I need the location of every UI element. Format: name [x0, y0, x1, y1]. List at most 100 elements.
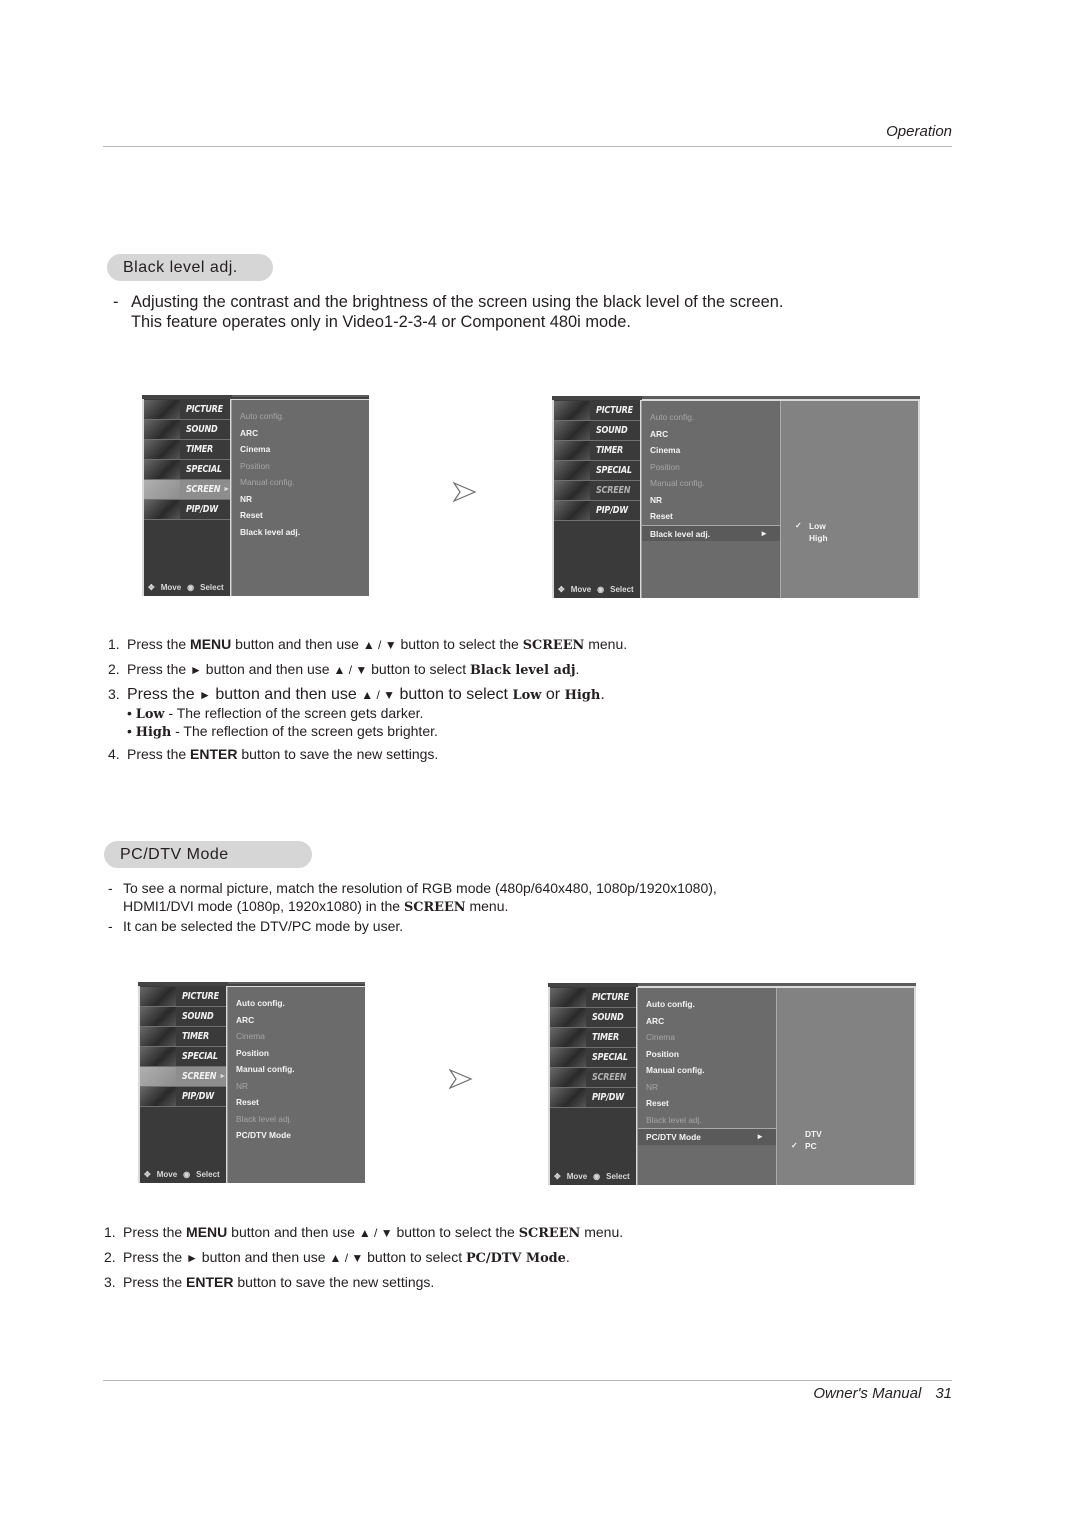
move-icon: ✥	[144, 1170, 151, 1179]
page-number: 31	[935, 1385, 952, 1402]
description-line: This feature operates only in Video1-2-3…	[131, 313, 631, 331]
osd-option-auto-config: Auto config.	[650, 412, 695, 422]
osd-category-label: SCREEN	[592, 1072, 627, 1083]
osd-category-label: TIMER	[182, 1031, 210, 1042]
submenu-option-pc[interactable]: ✓ PC	[791, 1140, 822, 1152]
select-icon: ◉	[593, 1172, 601, 1181]
osd-category-screen[interactable]: SCREEN	[550, 1068, 636, 1088]
special-thumbnail-icon	[144, 460, 180, 479]
osd-option-black-level-adj: Black level adj.	[646, 1114, 702, 1125]
osd-pc-dtv-step2: PICTURE SOUND TIMER SPECIAL SCREEN PIP/DW ✥ Mov…	[548, 983, 916, 1185]
osd-option-arc[interactable]: ARC	[642, 426, 780, 443]
osd-option-pc-dtv-mode[interactable]: PC/DTV Mode	[228, 1127, 365, 1144]
osd-option-cinema[interactable]: Cinema	[232, 441, 369, 458]
osd-category-special[interactable]: SPECIAL	[140, 1047, 226, 1067]
osd-category-timer[interactable]: TIMER	[140, 1027, 226, 1047]
osd-option-position[interactable]: Position	[228, 1045, 365, 1062]
step-4: 4. Press the ENTER button to save the new…	[108, 746, 439, 762]
osd-option-manual-config[interactable]: Manual config.	[638, 1062, 776, 1079]
osd-category-label: PIP/DW	[182, 1091, 214, 1102]
right-arrow-icon: ►	[199, 688, 211, 702]
timer-thumbnail-icon	[550, 1028, 586, 1047]
osd-option-cinema[interactable]: Cinema	[642, 442, 780, 459]
osd-category-special[interactable]: SPECIAL	[144, 460, 230, 480]
black-level-steps: 1. Press the MENU button and then use ▲ /…	[108, 635, 627, 770]
bullet-low: • Low - The reflection of the screen get…	[127, 705, 424, 722]
osd-option-black-level-adj: Black level adj.	[236, 1113, 292, 1124]
osd-category-screen[interactable]: SCREEN	[554, 481, 640, 501]
osd-category-picture[interactable]: PICTURE	[140, 987, 226, 1007]
osd-category-sound[interactable]: SOUND	[554, 421, 640, 441]
osd-option-manual-config: Manual config.	[650, 478, 705, 488]
osd-category-label: SOUND	[182, 1011, 214, 1022]
osd-option-nr[interactable]: NR	[232, 491, 369, 508]
osd-category-picture[interactable]: PICTURE	[550, 988, 636, 1008]
osd-option-auto-config[interactable]: Auto config.	[228, 995, 365, 1012]
osd-category-sound[interactable]: SOUND	[144, 420, 230, 440]
osd-category-label: PICTURE	[186, 404, 223, 415]
osd-option-list: Auto config. ARC Cinema Position Manual conf…	[231, 400, 369, 596]
osd-category-special[interactable]: SPECIAL	[550, 1048, 636, 1068]
special-thumbnail-icon	[140, 1047, 176, 1066]
osd-category-sidebar: PICTURE SOUND TIMER SPECIAL SCREEN PIP/DW ✥ Mov…	[554, 400, 640, 598]
osd-category-label: TIMER	[592, 1032, 620, 1043]
osd-category-sound[interactable]: SOUND	[140, 1007, 226, 1027]
pip-dw-thumbnail-icon	[550, 1088, 586, 1107]
osd-option-reset[interactable]: Reset	[642, 508, 780, 525]
special-thumbnail-icon	[550, 1048, 586, 1067]
osd-category-timer[interactable]: TIMER	[554, 441, 640, 461]
osd-category-pip-dw[interactable]: PIP/DW	[554, 501, 640, 521]
osd-category-label: TIMER	[186, 444, 214, 455]
osd-option-arc[interactable]: ARC	[232, 425, 369, 442]
osd-option-auto-config: Auto config.	[240, 411, 285, 421]
osd-option-arc[interactable]: ARC	[638, 1013, 776, 1030]
osd-option-reset[interactable]: Reset	[638, 1095, 776, 1112]
osd-category-screen[interactable]: SCREEN ►	[144, 480, 230, 500]
osd-option-black-level-adj[interactable]: Black level adj.	[232, 524, 369, 541]
osd-category-pip-dw[interactable]: PIP/DW	[550, 1088, 636, 1108]
move-icon: ✥	[148, 583, 155, 592]
osd-category-pip-dw[interactable]: PIP/DW	[140, 1087, 226, 1107]
hint-move: Move	[156, 1170, 178, 1179]
submenu-option-high[interactable]: High	[795, 532, 828, 544]
osd-option-reset[interactable]: Reset	[232, 507, 369, 524]
osd-category-pip-dw[interactable]: PIP/DW	[144, 500, 230, 520]
osd-category-picture[interactable]: PICTURE	[554, 401, 640, 421]
hint-select: Select	[606, 1172, 630, 1181]
osd-category-timer[interactable]: TIMER	[550, 1028, 636, 1048]
screen-thumbnail-icon	[144, 480, 180, 499]
page-footer: Owner's Manual 31	[813, 1385, 952, 1402]
osd-option-auto-config[interactable]: Auto config.	[638, 996, 776, 1013]
osd-option-arc[interactable]: ARC	[228, 1012, 365, 1029]
osd-category-special[interactable]: SPECIAL	[554, 461, 640, 481]
osd-category-label: SPECIAL	[592, 1052, 628, 1063]
osd-category-timer[interactable]: TIMER	[144, 440, 230, 460]
osd-category-sound[interactable]: SOUND	[550, 1008, 636, 1028]
osd-option-nr[interactable]: NR	[642, 492, 780, 509]
section-title: Operation	[886, 123, 952, 140]
osd-category-picture[interactable]: PICTURE	[144, 400, 230, 420]
submenu-option-low[interactable]: ✓ Low	[795, 520, 828, 532]
pip-dw-thumbnail-icon	[554, 501, 590, 520]
timer-thumbnail-icon	[140, 1027, 176, 1046]
black-level-heading: Black level adj.	[107, 254, 273, 281]
osd-option-position[interactable]: Position	[638, 1046, 776, 1063]
pc-dtv-steps: 1. Press the MENU button and then use ▲ /…	[104, 1223, 623, 1298]
submenu-option-dtv[interactable]: DTV	[791, 1128, 822, 1140]
osd-category-label: SPECIAL	[596, 465, 632, 476]
osd-category-label: SCREEN	[186, 484, 221, 495]
osd-category-screen[interactable]: SCREEN ►	[140, 1067, 226, 1087]
next-step-arrow-icon	[453, 482, 477, 502]
osd-option-nr: NR	[646, 1081, 659, 1092]
osd-hint-bar: ✥ Move ◉ Select	[558, 585, 634, 594]
osd-option-list: Auto config. ARC Cinema Position Manual conf…	[641, 401, 780, 598]
osd-option-manual-config[interactable]: Manual config.	[228, 1061, 365, 1078]
footer-divider	[103, 1380, 952, 1381]
up-down-arrows-icon: ▲ / ▼	[358, 1226, 393, 1240]
black-level-description: - Adjusting the contrast and the brightn…	[113, 292, 783, 332]
osd-option-black-level-adj[interactable]: Black level adj. ►	[642, 524, 780, 541]
right-arrow-icon: ►	[186, 1251, 198, 1265]
osd-option-reset[interactable]: Reset	[228, 1094, 365, 1111]
osd-option-pc-dtv-mode[interactable]: PC/DTV Mode ►	[638, 1128, 776, 1145]
osd-category-label: PICTURE	[592, 992, 629, 1003]
